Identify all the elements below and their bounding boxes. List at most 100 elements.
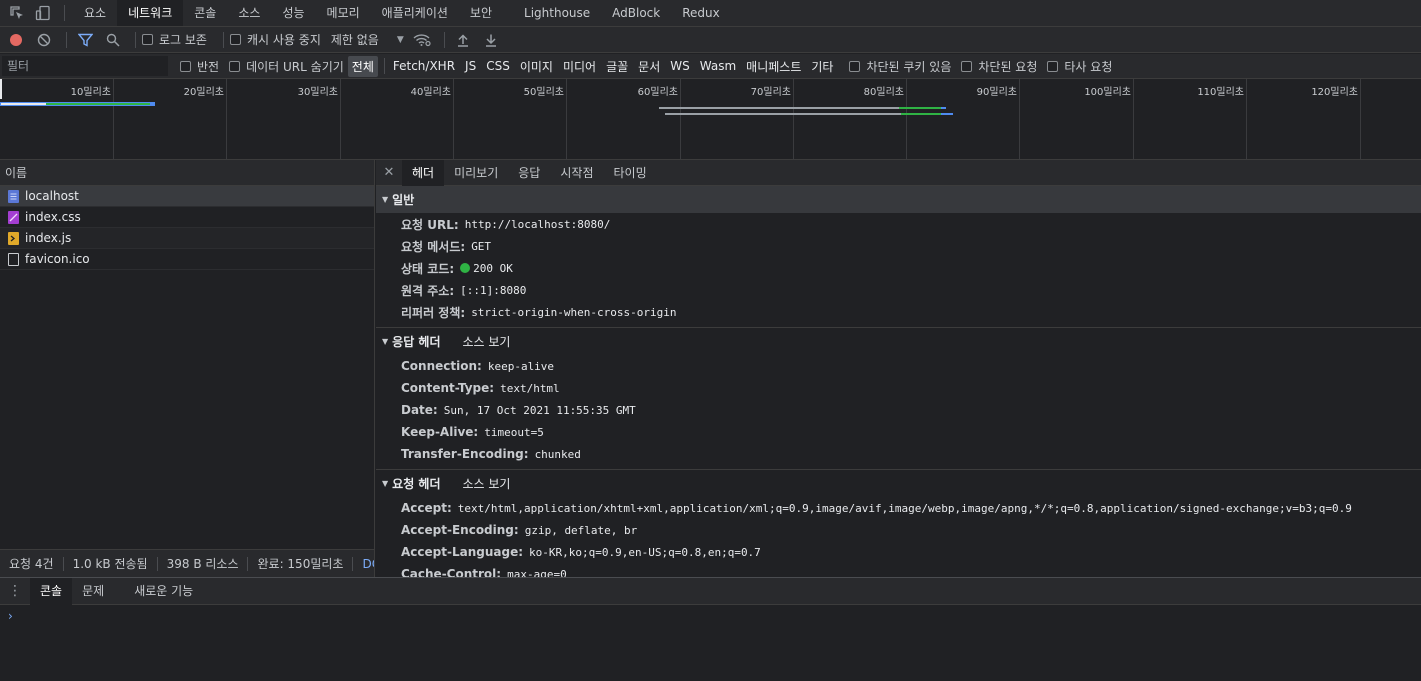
inspect-element-icon[interactable]: [4, 0, 30, 26]
filter-type-ws[interactable]: WS: [666, 57, 693, 75]
drawer-tab-console[interactable]: 콘솔: [30, 577, 73, 605]
tab-performance[interactable]: 성능: [271, 0, 315, 26]
filter-type-css[interactable]: CSS: [482, 57, 514, 75]
timeline-tick-label: 110밀리초: [1197, 87, 1244, 98]
clear-icon[interactable]: [32, 28, 56, 52]
kv-value: gzip, deflate, br: [524, 523, 638, 537]
kv-key: 원격 주소:: [401, 283, 455, 298]
tab-sources[interactable]: 소스: [227, 0, 271, 26]
device-toolbar-icon[interactable]: [30, 0, 56, 26]
kv-value: chunked: [534, 447, 581, 461]
tab-lighthouse[interactable]: Lighthouse: [513, 0, 601, 26]
close-icon[interactable]: ✕: [376, 165, 402, 180]
more-options-icon[interactable]: ⋮: [0, 583, 30, 599]
filter-icon[interactable]: [73, 28, 97, 52]
general-referrer-policy: 리퍼러 정책: strict-origin-when-cross-origin: [376, 301, 1421, 323]
checkbox-box[interactable]: [1047, 60, 1059, 72]
response-headers-section-header[interactable]: ▼ 응답 헤더 소스 보기: [376, 328, 1421, 355]
drawer-tab-whats-new[interactable]: 새로운 기능: [124, 578, 203, 605]
preserve-log-checkbox[interactable]: 로그 보존: [142, 31, 207, 48]
third-party-checkbox[interactable]: 타사 요청: [1047, 58, 1112, 75]
filter-type-wasm[interactable]: Wasm: [696, 57, 740, 75]
filter-type-other[interactable]: 기타: [807, 56, 837, 77]
request-header: Cache-Control: max-age=0: [376, 563, 1421, 577]
checkbox-box[interactable]: [849, 60, 861, 72]
filter-type-font[interactable]: 글꼴: [602, 56, 632, 77]
checkbox-box[interactable]: [961, 60, 973, 72]
invert-checkbox[interactable]: 반전: [180, 58, 219, 75]
filter-type-fetch-xhr[interactable]: Fetch/XHR: [389, 57, 459, 75]
blocked-requests-checkbox[interactable]: 차단된 요청: [961, 58, 1037, 75]
tab-adblock[interactable]: AdBlock: [601, 0, 671, 26]
record-icon[interactable]: [4, 28, 28, 52]
filter-separator: [383, 58, 385, 74]
network-conditions-icon[interactable]: [410, 28, 434, 52]
timeline-bar-download: [901, 113, 941, 115]
hide-data-urls-checkbox[interactable]: 데이터 URL 숨기기: [229, 58, 344, 75]
tab-console[interactable]: 콘솔: [183, 0, 227, 26]
kv-value: timeout=5: [484, 425, 544, 439]
request-row-localhost[interactable]: localhost: [0, 186, 374, 207]
general-section-header[interactable]: ▼ 일반: [376, 186, 1421, 213]
view-source-link[interactable]: 소스 보기: [463, 333, 511, 350]
checkbox-box[interactable]: [229, 34, 241, 45]
tab-network[interactable]: 네트워크: [117, 0, 184, 26]
blocked-cookies-checkbox[interactable]: 차단된 쿠키 있음: [849, 58, 951, 75]
general-request-method: 요청 메서드: GET: [376, 235, 1421, 257]
tab-headers[interactable]: 헤더: [402, 160, 445, 186]
summary-domcontentloaded: DOMC: [362, 556, 374, 571]
drawer-tab-issues[interactable]: 문제: [72, 578, 114, 605]
tab-application[interactable]: 애플리케이션: [371, 0, 459, 26]
request-header: Accept-Language: ko-KR,ko;q=0.9,en-US;q=0…: [376, 541, 1421, 563]
filter-input[interactable]: [2, 56, 168, 76]
request-headers-section-header[interactable]: ▼ 요청 헤더 소스 보기: [376, 470, 1421, 497]
kv-value: max-age=0: [507, 567, 567, 578]
tab-timing[interactable]: 타이밍: [603, 160, 656, 186]
disable-cache-checkbox[interactable]: 캐시 사용 중지: [229, 31, 321, 48]
request-row-index-css[interactable]: index.css: [0, 207, 374, 228]
response-header: Transfer-Encoding: chunked: [376, 443, 1421, 465]
timeline-overview[interactable]: 10밀리초 20밀리초 30밀리초 40밀리초 50밀리초 60밀리초 70밀리…: [0, 79, 1421, 160]
export-har-icon[interactable]: [479, 28, 503, 52]
preserve-log-label: 로그 보존: [159, 33, 207, 47]
import-har-icon[interactable]: [451, 28, 475, 52]
kv-value: Sun, 17 Oct 2021 11:55:35 GMT: [443, 403, 636, 417]
request-header: Accept: text/html,application/xhtml+xml,a…: [376, 497, 1421, 519]
tab-response[interactable]: 응답: [508, 160, 550, 186]
tab-elements[interactable]: 요소: [73, 0, 117, 26]
tab-redux[interactable]: Redux: [671, 0, 731, 26]
tab-initiator[interactable]: 시작점: [550, 160, 603, 186]
request-name: localhost: [25, 189, 79, 203]
timeline-tick-label: 100밀리초: [1084, 87, 1131, 98]
checkbox-box[interactable]: [180, 60, 191, 72]
timeline-tick-label: 30밀리초: [297, 87, 338, 98]
response-header: Content-Type: text/html: [376, 377, 1421, 399]
request-row-favicon[interactable]: favicon.ico: [0, 249, 374, 270]
response-headers-title: 응답 헤더: [392, 335, 441, 349]
filter-type-js[interactable]: JS: [461, 57, 480, 75]
view-source-link[interactable]: 소스 보기: [463, 475, 511, 492]
timeline-gridline: [793, 79, 794, 160]
tab-security[interactable]: 보안: [459, 0, 503, 26]
tab-preview[interactable]: 미리보기: [444, 160, 508, 186]
name-column-header[interactable]: 이름: [0, 160, 374, 186]
blocked-requests-label: 차단된 요청: [978, 59, 1038, 74]
request-row-index-js[interactable]: index.js: [0, 228, 374, 249]
throttling-select[interactable]: 제한 없음 ▼: [331, 31, 404, 48]
search-icon[interactable]: [101, 28, 125, 52]
timeline-bar-waiting: [665, 113, 901, 115]
filter-type-media[interactable]: 미디어: [559, 56, 600, 77]
filter-type-img[interactable]: 이미지: [516, 56, 557, 77]
checkbox-box[interactable]: [142, 34, 153, 45]
main-tab-bar: 요소 네트워크 콘솔 소스 성능 메모리 애플리케이션 보안 Lighthous…: [0, 0, 1421, 27]
timeline-tick-label: 20밀리초: [183, 87, 224, 98]
checkbox-box[interactable]: [229, 60, 241, 72]
summary-transferred: 1.0 kB 전송됨: [64, 556, 158, 571]
kv-key: 리퍼러 정책:: [401, 305, 466, 320]
response-header: Date: Sun, 17 Oct 2021 11:55:35 GMT: [376, 399, 1421, 421]
filter-type-manifest[interactable]: 매니페스트: [742, 56, 805, 77]
filter-type-doc[interactable]: 문서: [634, 56, 664, 77]
tab-memory[interactable]: 메모리: [316, 0, 371, 26]
console-prompt[interactable]: ›: [0, 605, 1421, 627]
filter-type-all[interactable]: 전체: [347, 55, 378, 77]
